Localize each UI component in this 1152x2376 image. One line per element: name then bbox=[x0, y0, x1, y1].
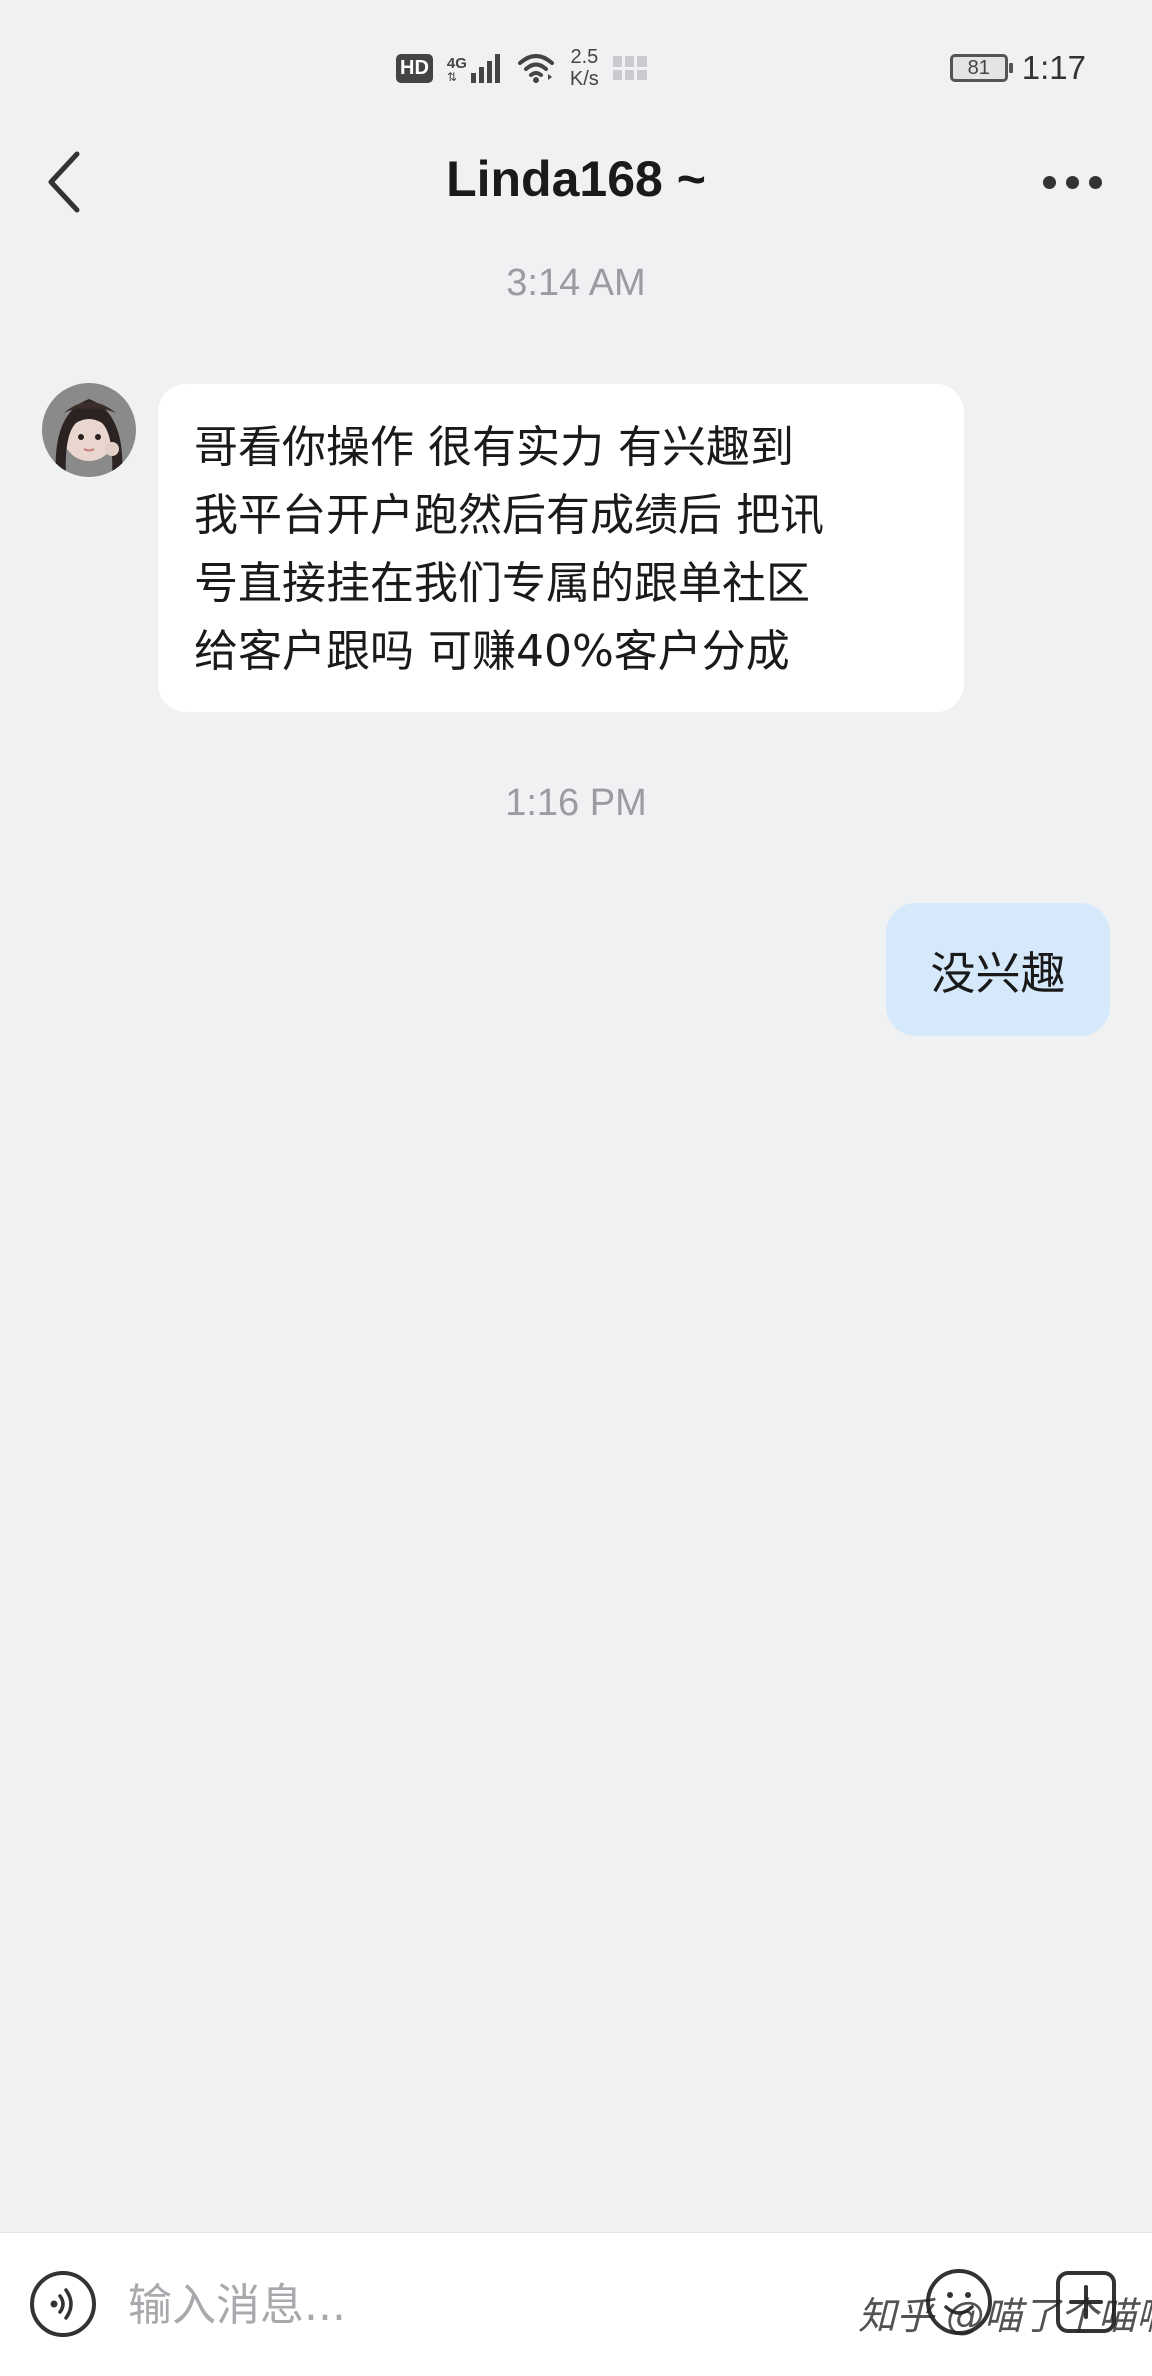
hd-badge: HD bbox=[396, 53, 433, 83]
incoming-message-bubble[interactable]: 哥看你操作 很有实力 有兴趣到 我平台开户跑然后有成绩后 把讯 号直接挂在我们专… bbox=[158, 384, 964, 712]
status-time: 1:17 bbox=[1021, 49, 1086, 86]
signal-icon: 4G ⇅ bbox=[447, 53, 502, 83]
message-input-bar: 知乎 @喵了个喵啊 bbox=[0, 2232, 1152, 2376]
data-arrows-icon: ⇅ bbox=[446, 70, 457, 84]
battery-icon: 81 bbox=[949, 54, 1013, 82]
message-input[interactable] bbox=[128, 2263, 828, 2347]
speed-value: 2.5 bbox=[570, 46, 599, 68]
outgoing-message-bubble[interactable]: 没兴趣 bbox=[886, 903, 1110, 1036]
watermark: 知乎 @喵了个喵啊 bbox=[858, 2294, 1152, 2338]
more-options-button[interactable] bbox=[1032, 152, 1112, 212]
avatar-image bbox=[42, 383, 136, 477]
timestamp: 1:16 PM bbox=[505, 782, 647, 824]
voice-button[interactable] bbox=[30, 2271, 96, 2337]
status-icons: HD 4G ⇅ 2.5 K/s bbox=[396, 38, 647, 98]
chat-title[interactable]: Linda168 ~ bbox=[0, 150, 1152, 208]
wifi-icon bbox=[517, 54, 554, 83]
notification-grid-icon bbox=[612, 56, 647, 80]
timestamp: 3:14 AM bbox=[506, 262, 646, 304]
avatar[interactable] bbox=[42, 383, 136, 477]
outgoing-message-text: 没兴趣 bbox=[930, 947, 1066, 1000]
chat-header: Linda168 ~ bbox=[0, 130, 1152, 230]
status-bar: HD 4G ⇅ 2.5 K/s 81 1:17 bbox=[0, 0, 1152, 130]
status-right: 81 1:17 bbox=[949, 40, 1086, 96]
voice-icon bbox=[50, 2288, 73, 2320]
signal-bars-icon bbox=[470, 54, 500, 83]
battery-level: 81 bbox=[967, 56, 990, 79]
network-type: 4G bbox=[446, 55, 467, 72]
more-horizontal-icon bbox=[1042, 175, 1056, 189]
network-speed: 2.5 K/s bbox=[570, 46, 599, 90]
speed-unit: K/s bbox=[569, 68, 599, 90]
